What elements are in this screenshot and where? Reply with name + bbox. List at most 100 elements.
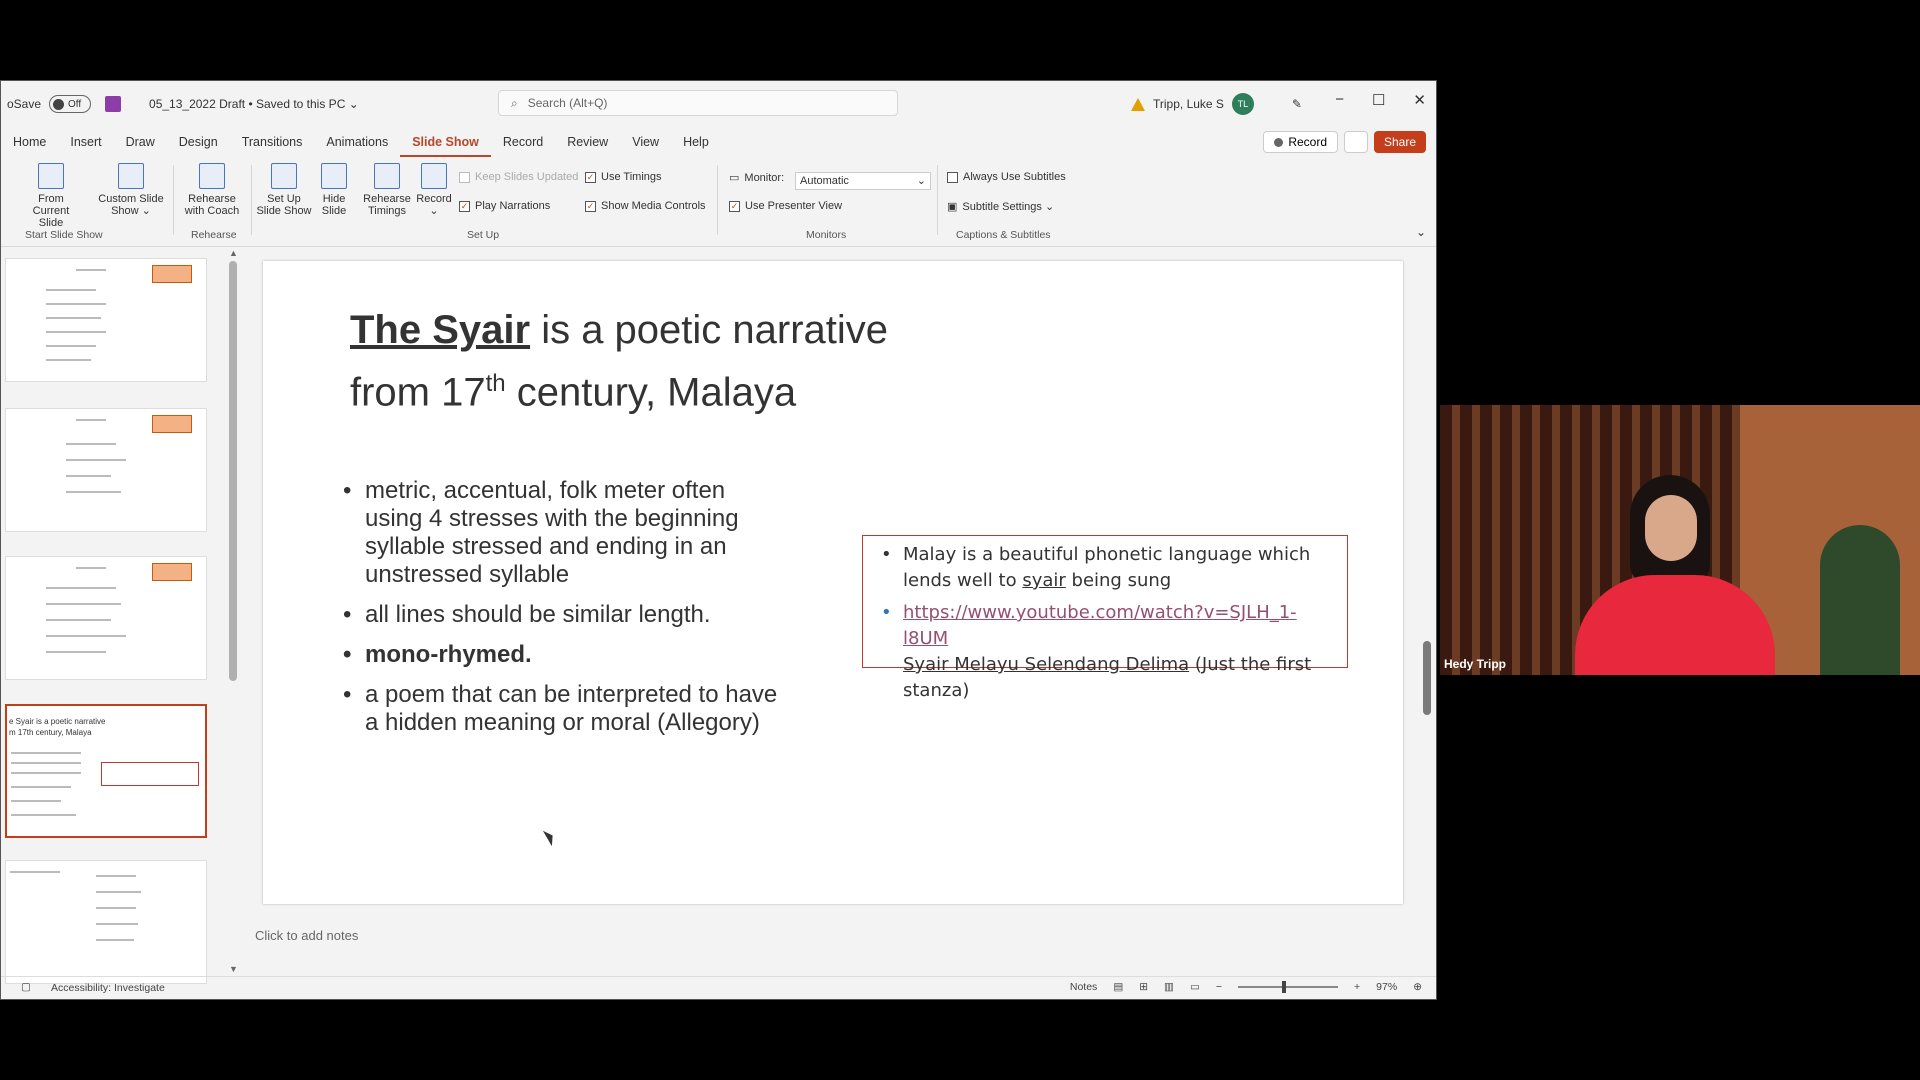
maximize-icon[interactable]: ☐ bbox=[1372, 91, 1385, 109]
pen-icon[interactable]: ✎ bbox=[1292, 97, 1302, 111]
reading-view-icon[interactable]: ▥ bbox=[1164, 981, 1174, 993]
use-presenter-view-label: Use Presenter View bbox=[745, 200, 843, 212]
custom-slide-show-label: Custom Slide Show ⌄ bbox=[98, 193, 164, 217]
info-textbox[interactable]: Malay is a beautiful phonetic language w… bbox=[862, 535, 1348, 701]
hide-slide-label: Hide Slide bbox=[321, 193, 347, 217]
setup-icon bbox=[271, 163, 297, 189]
tab-animations[interactable]: Animations bbox=[314, 127, 400, 157]
keep-slides-updated-checkbox[interactable]: Keep Slides Updated bbox=[459, 171, 578, 183]
rehearse-with-coach-button[interactable]: Rehearse with Coach bbox=[179, 163, 245, 217]
tab-draw[interactable]: Draw bbox=[114, 127, 167, 157]
group-label-start: Start Slide Show bbox=[25, 229, 103, 241]
body bbox=[1575, 575, 1775, 675]
slide-title[interactable]: The Syair is a poetic narrative from 17t… bbox=[350, 303, 888, 419]
avatar[interactable]: TL bbox=[1231, 93, 1254, 115]
slide-thumbnails-pane: e Syair is a poetic narrative m 17th cen… bbox=[1, 248, 241, 984]
slide-indicator-icon[interactable]: ▢ bbox=[21, 981, 31, 993]
use-timings-label: Use Timings bbox=[601, 171, 662, 183]
monitor-select[interactable]: Automatic ⌄ bbox=[795, 172, 931, 190]
minimize-icon[interactable]: − bbox=[1335, 91, 1344, 109]
checkbox-box: ✓ bbox=[729, 200, 740, 212]
from-current-slide-button[interactable]: From Current Slide bbox=[19, 163, 83, 229]
slide-thumbnail[interactable] bbox=[5, 408, 207, 532]
scroll-down-icon[interactable]: ▼ bbox=[229, 964, 238, 974]
notes-placeholder[interactable]: Click to add notes bbox=[255, 928, 358, 943]
tab-help[interactable]: Help bbox=[671, 127, 721, 157]
face bbox=[1645, 495, 1697, 561]
always-use-subtitles-label: Always Use Subtitles bbox=[963, 171, 1066, 183]
show-media-controls-checkbox[interactable]: ✓ Show Media Controls bbox=[585, 200, 706, 212]
ribbon: From Current Slide Custom Slide Show ⌄ R… bbox=[1, 157, 1436, 247]
scroll-up-icon[interactable]: ▲ bbox=[229, 248, 238, 258]
document-filename[interactable]: 05_13_2022 Draft • Saved to this PC ⌄ bbox=[149, 97, 359, 111]
slide-sorter-icon[interactable]: ⊞ bbox=[1139, 981, 1148, 993]
tab-view[interactable]: View bbox=[620, 127, 671, 157]
tab-home[interactable]: Home bbox=[1, 127, 58, 157]
fit-to-window-icon[interactable]: ⊕ bbox=[1413, 981, 1422, 993]
warning-icon bbox=[1131, 97, 1145, 111]
comments-button[interactable] bbox=[1344, 131, 1368, 153]
slideshow-view-icon[interactable]: ▭ bbox=[1190, 981, 1200, 993]
record-slideshow-button[interactable]: Record ⌄ bbox=[415, 163, 453, 217]
slide-scrollbar[interactable] bbox=[1423, 641, 1431, 715]
separator bbox=[173, 165, 174, 235]
share-button[interactable]: Share bbox=[1373, 131, 1426, 153]
tab-design[interactable]: Design bbox=[167, 127, 230, 157]
search-input[interactable]: ⌕ Search (Alt+Q) bbox=[498, 90, 898, 116]
use-presenter-view-checkbox[interactable]: ✓ Use Presenter View bbox=[729, 200, 842, 212]
separator bbox=[717, 165, 718, 235]
thumbnail-scrollbar[interactable] bbox=[229, 261, 237, 681]
collapse-ribbon-icon[interactable]: ⌄ bbox=[1416, 225, 1426, 239]
custom-slide-show-button[interactable]: Custom Slide Show ⌄ bbox=[95, 163, 167, 217]
checkbox-box: ✓ bbox=[459, 200, 470, 212]
powerpoint-window: oSave Off 05_13_2022 Draft • Saved to th… bbox=[0, 80, 1437, 1000]
rehearse-timings-button[interactable]: Rehearse Timings bbox=[361, 163, 413, 217]
monitor-label-text: Monitor: bbox=[744, 171, 785, 184]
thumbnail-title-line2: m 17th century, Malaya bbox=[9, 728, 92, 737]
keep-slides-updated-label: Keep Slides Updated bbox=[475, 171, 579, 183]
normal-view-icon[interactable]: ▤ bbox=[1113, 981, 1123, 993]
separator bbox=[251, 165, 252, 235]
slide-thumbnail-current[interactable]: e Syair is a poetic narrative m 17th cen… bbox=[5, 704, 207, 838]
autosave-toggle[interactable]: Off bbox=[49, 95, 92, 113]
tab-record[interactable]: Record bbox=[491, 127, 555, 157]
notes-toggle[interactable]: Notes bbox=[1070, 981, 1097, 993]
zoom-level[interactable]: 97% bbox=[1376, 981, 1397, 993]
tab-slide-show[interactable]: Slide Show bbox=[400, 127, 491, 157]
user-account[interactable]: Tripp, Luke S TL ✎ bbox=[1131, 93, 1302, 115]
bullet-list[interactable]: metric, accentual, folk meter often usin… bbox=[343, 477, 783, 749]
autosave-state: Off bbox=[68, 98, 82, 110]
rehearse-timings-label: Rehearse Timings bbox=[363, 193, 411, 217]
always-use-subtitles-checkbox[interactable]: Always Use Subtitles bbox=[947, 171, 1066, 183]
slide-canvas[interactable]: The Syair is a poetic narrative from 17t… bbox=[263, 261, 1403, 904]
slide-thumbnail[interactable] bbox=[5, 860, 207, 984]
thumbnail-tag bbox=[152, 563, 192, 581]
user-name: Tripp, Luke S bbox=[1153, 97, 1224, 111]
search-placeholder: Search (Alt+Q) bbox=[527, 96, 608, 110]
subtitle-settings-label: Subtitle Settings ⌄ bbox=[962, 201, 1055, 213]
youtube-link[interactable]: https://www.youtube.com/watch?v=SJLH_1-l… bbox=[903, 602, 1297, 649]
slide-thumbnail[interactable] bbox=[5, 258, 207, 382]
set-up-slide-show-button[interactable]: Set Up Slide Show bbox=[255, 163, 313, 217]
save-icon[interactable] bbox=[105, 96, 122, 112]
info-bullet-2: https://www.youtube.com/watch?v=SJLH_1-l… bbox=[877, 600, 1337, 704]
chevron-down-icon: ⌄ bbox=[916, 175, 926, 187]
zoom-in-icon[interactable]: + bbox=[1354, 981, 1360, 993]
checkbox-box bbox=[947, 171, 958, 183]
play-narrations-checkbox[interactable]: ✓ Play Narrations bbox=[459, 200, 550, 212]
tab-insert[interactable]: Insert bbox=[58, 127, 113, 157]
custom-show-icon bbox=[118, 163, 144, 189]
zoom-slider[interactable] bbox=[1238, 981, 1339, 993]
thumbnail-box bbox=[101, 762, 199, 786]
tab-transitions[interactable]: Transitions bbox=[230, 127, 315, 157]
use-timings-checkbox[interactable]: ✓ Use Timings bbox=[585, 171, 662, 183]
zoom-out-icon[interactable]: − bbox=[1216, 981, 1222, 993]
slide-thumbnail[interactable] bbox=[5, 556, 207, 680]
hide-slide-button[interactable]: Hide Slide bbox=[315, 163, 353, 217]
close-icon[interactable]: ✕ bbox=[1413, 91, 1426, 109]
bullet-item: metric, accentual, folk meter often usin… bbox=[343, 477, 783, 589]
accessibility-status[interactable]: Accessibility: Investigate bbox=[51, 982, 165, 994]
subtitle-settings-button[interactable]: ▣ Subtitle Settings ⌄ bbox=[947, 200, 1054, 213]
record-button[interactable]: Record bbox=[1263, 131, 1338, 153]
tab-review[interactable]: Review bbox=[555, 127, 620, 157]
